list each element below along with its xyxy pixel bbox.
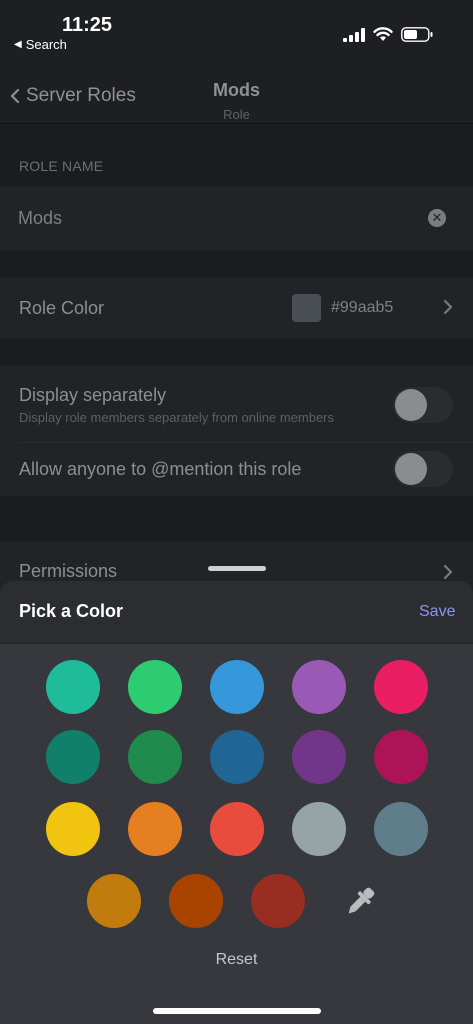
role-name-input-row[interactable] bbox=[0, 186, 473, 250]
display-separately-toggle[interactable] bbox=[393, 387, 453, 423]
eyedropper-glyph bbox=[348, 887, 375, 914]
mention-label: Allow anyone to @mention this role bbox=[19, 459, 302, 479]
color-swatch[interactable] bbox=[128, 730, 182, 784]
status-time: 11:25 bbox=[62, 14, 113, 36]
color-swatch[interactable] bbox=[210, 802, 264, 856]
color-swatch[interactable] bbox=[46, 730, 100, 784]
color-swatch[interactable] bbox=[292, 730, 346, 784]
role-color-label: Role Color bbox=[19, 298, 105, 318]
color-picker-sheet: Pick a Color Save Reset bbox=[0, 581, 473, 1024]
permissions-label: Permissions bbox=[19, 561, 118, 581]
sheet-drag-handle[interactable] bbox=[208, 566, 266, 571]
page-title: Mods bbox=[213, 80, 260, 100]
display-separately-description: Display role members separately from onl… bbox=[19, 410, 335, 425]
color-swatch[interactable] bbox=[46, 802, 100, 856]
home-indicator bbox=[153, 1008, 321, 1014]
back-app-label: Search bbox=[25, 37, 67, 52]
color-swatch[interactable] bbox=[210, 730, 264, 784]
color-swatch[interactable] bbox=[169, 874, 223, 928]
chevron-right-icon bbox=[443, 564, 453, 580]
back-to-app[interactable]: ◀ Search bbox=[14, 37, 67, 52]
color-swatch[interactable] bbox=[292, 802, 346, 856]
row-divider bbox=[19, 442, 473, 443]
color-swatch[interactable] bbox=[292, 660, 346, 714]
color-swatch[interactable] bbox=[46, 660, 100, 714]
display-separately-label: Display separately bbox=[19, 385, 167, 405]
wifi-icon bbox=[373, 27, 393, 41]
reset-button[interactable]: Reset bbox=[0, 951, 473, 969]
color-swatch[interactable] bbox=[374, 802, 428, 856]
role-color-hex: #99aab5 bbox=[331, 299, 394, 316]
color-swatch[interactable] bbox=[128, 660, 182, 714]
save-button[interactable]: Save bbox=[419, 603, 455, 621]
chevron-right-icon bbox=[443, 299, 453, 315]
color-swatch[interactable] bbox=[374, 660, 428, 714]
eyedropper-icon[interactable] bbox=[341, 883, 379, 921]
clear-icon[interactable]: ✕ bbox=[428, 209, 446, 227]
signal-icon bbox=[343, 27, 365, 42]
sheet-title: Pick a Color bbox=[19, 601, 124, 621]
role-name-section-label: ROLE NAME bbox=[19, 158, 104, 174]
status-icons bbox=[343, 27, 433, 42]
color-swatch[interactable] bbox=[374, 730, 428, 784]
role-color-chevron bbox=[443, 299, 453, 320]
color-swatch[interactable] bbox=[210, 660, 264, 714]
role-color-swatch bbox=[292, 294, 321, 322]
color-swatch[interactable] bbox=[128, 802, 182, 856]
color-swatch[interactable] bbox=[87, 874, 141, 928]
sheet-divider bbox=[0, 643, 473, 644]
back-triangle-icon: ◀ bbox=[14, 39, 22, 50]
battery-icon bbox=[401, 27, 433, 42]
role-name-input[interactable]: Mods bbox=[18, 208, 62, 229]
color-swatch[interactable] bbox=[251, 874, 305, 928]
toggle-knob bbox=[395, 453, 427, 485]
toggle-knob bbox=[395, 389, 427, 421]
page-subtitle: Role bbox=[223, 107, 250, 122]
mention-toggle[interactable] bbox=[393, 451, 453, 487]
